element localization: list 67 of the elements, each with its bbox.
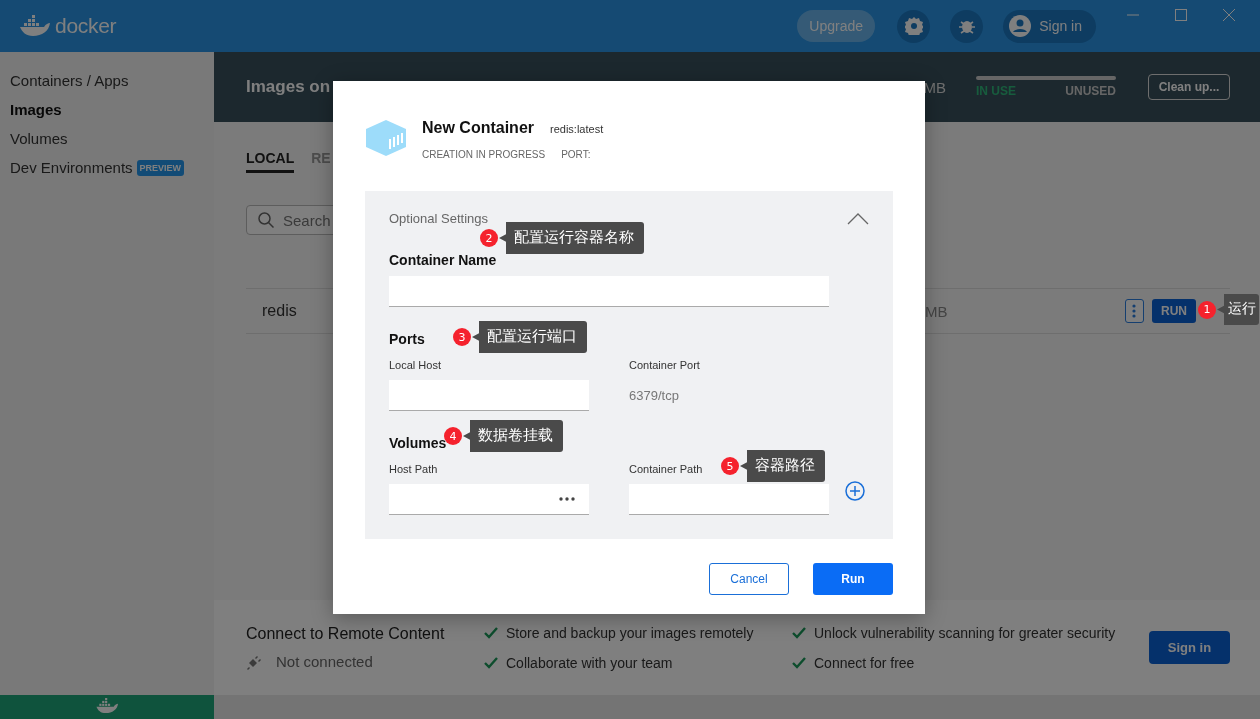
feature-text: Store and backup your images remotely bbox=[506, 624, 754, 641]
maximize-icon bbox=[1174, 8, 1188, 22]
feature-text: Connect for free bbox=[814, 654, 915, 671]
field-heading: Ports bbox=[389, 331, 425, 347]
container-port-value: 6379/tcp bbox=[629, 388, 680, 403]
search-icon bbox=[258, 212, 274, 228]
ellipsis-icon bbox=[559, 497, 575, 501]
panel-title: Connect to Remote Content bbox=[246, 625, 446, 643]
plus-circle-icon bbox=[845, 481, 865, 501]
sidebar-item[interactable]: Volumes bbox=[10, 130, 68, 147]
user-avatar-icon bbox=[1009, 15, 1032, 37]
sidebar-item[interactable]: Containers / Apps bbox=[10, 72, 129, 89]
settings-icon bbox=[904, 17, 923, 35]
annotation-tooltip: 容器路径 bbox=[740, 450, 825, 482]
run-button[interactable]: Run bbox=[813, 563, 893, 595]
chevron-up-icon bbox=[847, 212, 869, 225]
preview-badge: PREVIEW bbox=[136, 159, 185, 176]
connection-status: Not connected bbox=[276, 653, 373, 670]
sign-in-button[interactable]: Sign in bbox=[1003, 9, 1096, 43]
check-icon bbox=[484, 626, 498, 639]
tab[interactable]: LOCAL bbox=[246, 150, 295, 173]
close-icon bbox=[1222, 8, 1236, 22]
field-label: Container Path bbox=[629, 463, 703, 475]
logo-text: docker bbox=[55, 14, 117, 38]
check-icon bbox=[484, 656, 498, 669]
kebab-icon bbox=[1132, 304, 1137, 318]
whale-logo-icon bbox=[18, 15, 52, 37]
field-heading: Container Name bbox=[389, 252, 497, 268]
close-button[interactable] bbox=[1222, 8, 1236, 22]
unused-label: UNUSED bbox=[1065, 84, 1116, 98]
more-options-button[interactable] bbox=[1125, 299, 1144, 323]
plug-icon bbox=[246, 653, 262, 670]
clean-up-button[interactable]: Clean up... bbox=[1148, 74, 1230, 100]
field-label: Local Host bbox=[389, 359, 441, 371]
bug-report-button[interactable] bbox=[950, 9, 984, 43]
disk-size: MB bbox=[923, 78, 946, 96]
settings-button[interactable] bbox=[897, 9, 931, 43]
whale-icon bbox=[95, 698, 119, 716]
annotation-tooltip: 数据卷挂载 bbox=[463, 420, 563, 452]
check-icon bbox=[792, 626, 806, 639]
container-cube-icon bbox=[365, 119, 407, 157]
port-label: PORT: bbox=[561, 149, 591, 160]
container-path-field[interactable] bbox=[629, 484, 829, 515]
container-name-field[interactable] bbox=[389, 276, 829, 307]
image-tag: redis:latest bbox=[550, 123, 604, 135]
cancel-button[interactable]: Cancel bbox=[709, 563, 789, 595]
feature-text: Collaborate with your team bbox=[506, 654, 673, 671]
field-label: Container Port bbox=[629, 359, 700, 371]
sign-in-button[interactable]: Sign in bbox=[1149, 631, 1230, 664]
sidebar-item[interactable]: Images bbox=[10, 101, 62, 118]
table-cell-text: redis bbox=[261, 302, 298, 320]
feature-text: Unlock vulnerability scanning for greater security bbox=[814, 624, 1116, 641]
annotation-tooltip: 配置运行容器名称 bbox=[499, 222, 644, 254]
field-label: Host Path bbox=[389, 463, 438, 475]
host-path-field[interactable] bbox=[389, 484, 589, 515]
maximize-button[interactable] bbox=[1174, 8, 1188, 22]
annotation-tooltip: 配置运行端口 bbox=[472, 321, 587, 353]
dialog-title: New Container bbox=[422, 119, 534, 137]
run-button[interactable]: RUN bbox=[1151, 299, 1196, 323]
check-icon bbox=[792, 656, 806, 669]
page-title: Images on bbox=[246, 77, 332, 97]
section-title: Optional Settings bbox=[389, 211, 488, 226]
collapse-button[interactable] bbox=[847, 212, 869, 225]
creation-status: CREATION IN PROGRESS bbox=[422, 149, 546, 160]
field-heading: Volumes bbox=[389, 435, 447, 451]
local-host-field[interactable] bbox=[389, 380, 589, 411]
sidebar-item[interactable]: Dev Environments bbox=[10, 159, 133, 176]
